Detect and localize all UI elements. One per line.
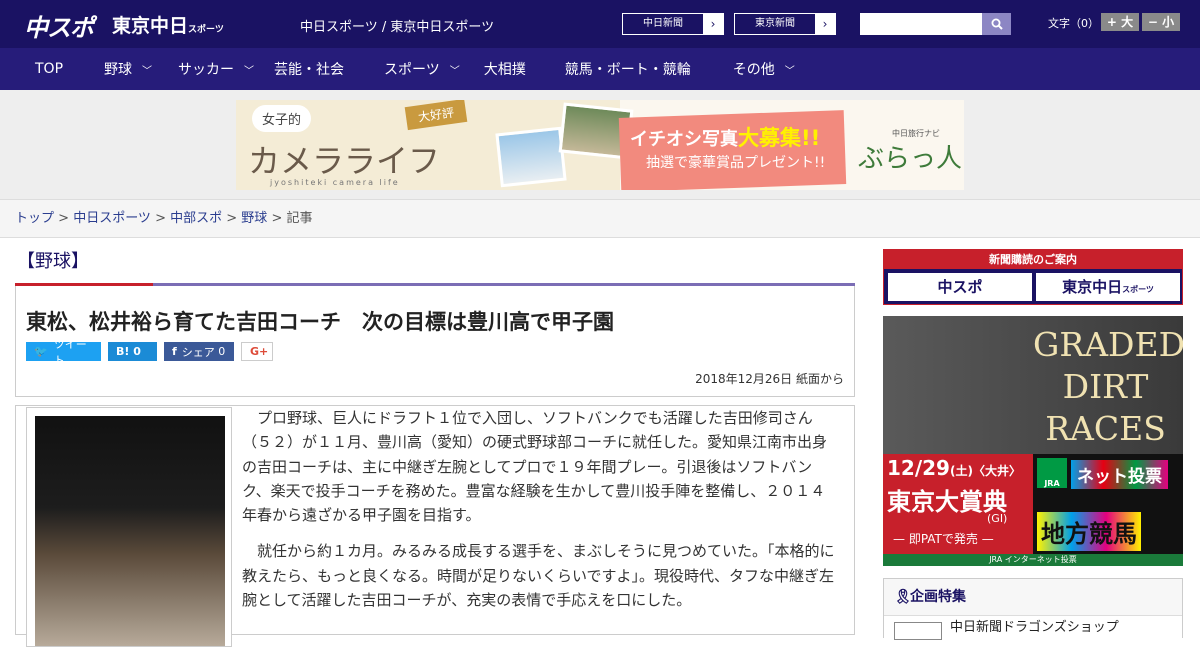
- tokyo-chunichi-logo[interactable]: 東京中日スポーツ: [112, 11, 224, 38]
- ad-footer: JRA インターネット投票: [883, 554, 1183, 566]
- search-button[interactable]: [982, 13, 1011, 35]
- ad-net-vote: ネット投票: [1071, 460, 1168, 489]
- subscribe-chunichi-sports[interactable]: 中スポ: [888, 273, 1032, 301]
- article-body: プロ野球、巨人にドラフト１位で入団し、ソフトバンクでも活躍した吉田修司さん（５２…: [15, 405, 855, 647]
- article-title: 東松、松井裕ら育てた吉田コーチ 次の目標は豊川高で甲子園: [26, 310, 614, 334]
- nav-entertainment[interactable]: 芸能・社会: [274, 59, 344, 79]
- breadcrumb-top[interactable]: トップ: [15, 211, 54, 226]
- breadcrumb-current: 記事: [286, 211, 313, 226]
- paragraph-1: プロ野球、巨人にドラフト１位で入団し、ソフトバンクでも活躍した吉田修司さん（５２…: [242, 409, 828, 525]
- jra-logo: JRA: [1037, 458, 1067, 488]
- nav-top[interactable]: TOP: [35, 61, 63, 77]
- facebook-share-button[interactable]: f シェア 0: [164, 342, 234, 361]
- ad-local-keiba: 地方競馬: [1037, 512, 1141, 551]
- category-heading: 【野球】: [15, 240, 855, 286]
- photo-pitcher: [35, 416, 225, 646]
- special-features-heading: 🎗 企画特集: [884, 579, 1182, 615]
- chevron-right-icon: ›: [710, 17, 716, 31]
- ad-grade: (GI): [987, 512, 1008, 525]
- search-input[interactable]: [860, 13, 982, 35]
- banner-badge: 女子的: [252, 105, 312, 132]
- sidebar: 新聞購読のご案内 中スポ 東京中日スポーツ GRADED DIRT RACES 12…: [883, 249, 1183, 640]
- subscription-box: 新聞購読のご案内 中スポ 東京中日スポーツ: [883, 249, 1183, 305]
- font-larger-button[interactable]: + 大: [1101, 13, 1139, 31]
- nav-keiba[interactable]: 競馬・ボート・競輪: [565, 59, 691, 79]
- ad-pat: — 即PATで発売 —: [893, 532, 994, 546]
- paragraph-2: 就任から約１カ月。みるみる成長する選手を、まぶしそうに見つめていた。「本格的に教…: [242, 542, 835, 610]
- article-date: 2018年12月26日 紙面から: [695, 372, 844, 386]
- chunichi-sports-logo[interactable]: 中スポ: [24, 8, 94, 43]
- top-header: 中スポ 東京中日スポーツ 中日スポーツ / 東京中日スポーツ 中日新聞 › 東京新…: [0, 0, 1200, 48]
- burattobito-logo: ぶらっ人: [858, 144, 963, 174]
- article-photo[interactable]: [26, 407, 232, 647]
- twitter-icon: 🐦: [34, 345, 48, 358]
- breadcrumb-baseball[interactable]: 野球: [241, 211, 267, 226]
- ad-date: 12/29(土)〈大井〉: [887, 456, 1021, 480]
- chevron-down-icon: ﹀: [142, 65, 153, 77]
- banner-headline: イチオシ写真大募集!!: [630, 126, 821, 150]
- font-size-label: 文字（0）: [1048, 17, 1099, 30]
- nav-sumo[interactable]: 大相撲: [484, 59, 526, 79]
- banner-title: カメラライフ: [248, 142, 441, 180]
- banner-area: 女子的 カメラライフ jyoshiteki camera life 大好評 イチ…: [0, 90, 1200, 200]
- dragons-shop-thumb: [894, 622, 942, 640]
- hatena-button[interactable]: B! 0: [108, 342, 157, 361]
- site-name[interactable]: 中日スポーツ / 東京中日スポーツ: [300, 16, 494, 35]
- main-nav: TOP 野球 ﹀ サッカー ﹀ 芸能・社会 スポーツ ﹀ 大相撲 競馬・ボート・競輪 …: [0, 48, 1200, 90]
- subscribe-tokyo-chunichi[interactable]: 東京中日スポーツ: [1036, 273, 1180, 301]
- chevron-right-icon: ›: [822, 17, 828, 31]
- tokyo-daishoten-ad[interactable]: GRADED DIRT RACES 12/29(土)〈大井〉 東京大賞典 (GI) …: [883, 316, 1183, 566]
- camera-life-banner[interactable]: 女子的 カメラライフ jyoshiteki camera life 大好評 イチ…: [236, 100, 964, 190]
- breadcrumb-chubu[interactable]: 中部スポ: [170, 211, 222, 226]
- facebook-icon: f: [172, 345, 177, 358]
- search-icon: [991, 18, 1003, 30]
- tokyo-shimbun-link[interactable]: 東京新聞 ›: [734, 13, 836, 35]
- breadcrumb: トップ > 中日スポーツ > 中部スポ > 野球 > 記事: [0, 200, 1200, 238]
- tweet-button[interactable]: 🐦 ツイート: [26, 338, 101, 367]
- googleplus-button[interactable]: G+: [241, 342, 273, 361]
- breadcrumb-chunichi-sports[interactable]: 中日スポーツ: [73, 211, 151, 226]
- banner-photo-1: [495, 126, 567, 188]
- chevron-down-icon: ﹀: [784, 65, 795, 77]
- nav-baseball[interactable]: 野球 ﹀: [104, 59, 152, 79]
- nav-soccer[interactable]: サッカー ﹀: [178, 59, 254, 79]
- banner-subtitle: jyoshiteki camera life: [270, 178, 400, 187]
- ad-graded-title: GRADED DIRT RACES: [1033, 325, 1183, 448]
- font-smaller-button[interactable]: − 小: [1142, 13, 1180, 31]
- chevron-down-icon: ﹀: [244, 65, 255, 77]
- special-features: 🎗 企画特集 中日新聞ドラゴンズショップ: [883, 578, 1183, 640]
- subscription-header: 新聞購読のご案内: [884, 250, 1182, 269]
- chevron-down-icon: ﹀: [449, 65, 460, 77]
- nav-sports[interactable]: スポーツ ﹀: [384, 59, 460, 79]
- dragons-shop-link[interactable]: 中日新聞ドラゴンズショップ: [884, 615, 1182, 640]
- banner-subline: 抽選で豪華賞品プレゼント!!: [646, 155, 826, 171]
- article: 【野球】 東松、松井裕ら育てた吉田コーチ 次の目標は豊川高で甲子園 🐦 ツイート …: [15, 240, 855, 647]
- nav-other[interactable]: その他 ﹀: [733, 59, 795, 79]
- article-text: プロ野球、巨人にドラフト１位で入団し、ソフトバンクでも活躍した吉田修司さん（５２…: [242, 406, 838, 624]
- article-header: 東松、松井裕ら育てた吉田コーチ 次の目標は豊川高で甲子園 🐦 ツイート B! 0 …: [15, 286, 855, 397]
- chunichi-shimbun-link[interactable]: 中日新聞 ›: [622, 13, 724, 35]
- ribbon-icon: 🎗: [894, 589, 912, 605]
